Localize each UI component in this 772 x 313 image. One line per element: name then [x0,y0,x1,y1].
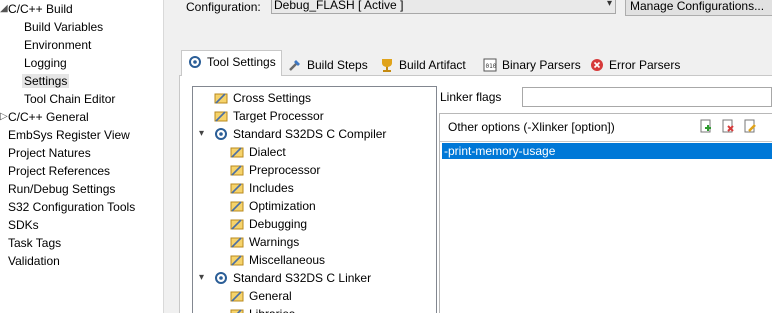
nav-label: SDKs [8,218,39,232]
tab-build-artifact[interactable]: Build Artifact [379,54,466,75]
settings-icon [230,291,244,302]
add-icon[interactable] [699,119,713,133]
binary-parsers-icon: 010 [483,58,497,72]
tree-item-label: General [249,289,292,303]
chevron-down-icon: ▾ [606,0,612,9]
tab-label: Binary Parsers [502,57,581,72]
settings-icon [230,237,244,248]
nav-item-project-natures[interactable]: Project Natures [8,144,91,162]
nav-item-environment[interactable]: Environment [24,36,91,54]
nav-label: Project Natures [8,146,91,160]
tab-error-parsers[interactable]: Error Parsers [589,54,680,75]
other-options-list: Other options (-Xlinker [option]) -print… [439,113,772,313]
build-steps-icon [289,59,300,71]
configuration-label: Configuration: [186,0,261,14]
tab-label: Build Steps [307,57,368,72]
nav-label: Settings [22,74,70,88]
nav-label: Build Variables [24,20,104,34]
tree-item-label: Standard S32DS C Compiler [233,127,387,141]
nav-item-run-debug-settings[interactable]: Run/Debug Settings [8,180,115,198]
nav-label: EmbSys Register View [8,128,130,142]
collapse-icon[interactable]: ▾ [199,125,204,143]
svg-text:010: 010 [486,63,497,70]
edit-icon[interactable] [743,119,757,133]
nav-item-embsys-register-view[interactable]: EmbSys Register View [8,126,130,144]
tree-item-label: Includes [249,181,294,195]
settings-icon [230,219,244,230]
divider [440,141,772,142]
settings-icon [230,255,244,266]
settings-icon [230,183,244,194]
nav-label: Environment [24,38,92,52]
nav-item-s32-configuration-tools[interactable]: S32 Configuration Tools [8,198,135,216]
nav-label: Tool Chain Editor [24,92,116,106]
nav-item-logging[interactable]: Logging [24,54,67,72]
collapsed-icon[interactable]: ▷ [0,108,8,126]
tab-tool-settings[interactable]: Tool Settings [181,50,282,76]
nav-label: Logging [24,56,67,70]
collapse-icon[interactable]: ▾ [199,269,204,287]
nav-item-tool-chain-editor[interactable]: Tool Chain Editor [24,90,115,108]
tree-item-label: Target Processor [233,109,324,123]
manage-configurations-label: Manage Configurations... [630,0,765,13]
tree-item-label: Preprocessor [249,163,321,177]
tab-label: Tool Settings [207,54,276,69]
tab-label: Error Parsers [609,57,681,72]
settings-icon [230,147,244,158]
tool-settings-tree: Cross Settings Target Processor ▾ Standa… [192,86,437,313]
nav-label: Task Tags [8,236,62,250]
tab-binary-parsers[interactable]: 010 Binary Parsers [482,54,581,75]
nav-item-validation[interactable]: Validation [8,252,60,270]
tab-label: Build Artifact [399,57,466,72]
nav-item-sdks[interactable]: SDKs [8,216,39,234]
tree-item-label: Standard S32DS C Linker [233,271,372,285]
nav-item-cpp-general[interactable]: ▷ C/C++ General [0,108,89,126]
settings-icon [214,111,228,122]
nav-item-build-variables[interactable]: Build Variables [24,18,103,36]
tab-build-steps[interactable]: Build Steps [287,54,368,75]
tree-item-label: Warnings [249,235,300,249]
delete-icon[interactable] [721,119,735,133]
option-row-selected[interactable]: -print-memory-usage [442,143,772,159]
tree-item-label: Miscellaneous [249,253,326,267]
settings-icon [230,201,244,212]
nav-item-settings[interactable]: Settings [22,72,70,90]
nav-item-task-tags[interactable]: Task Tags [8,234,61,252]
tree-item-label: Libraries [249,305,295,313]
tool-icon [215,272,227,284]
tool-settings-icon [189,55,201,68]
option-value: -print-memory-usage [444,144,556,158]
nav-label: Project References [8,164,111,178]
nav-item-cpp-build[interactable]: ◢ C/C++ Build [0,0,73,18]
configuration-select[interactable]: Debug_FLASH [ Active ] ▾ [271,0,616,14]
nav-label: S32 Configuration Tools [8,200,136,214]
nav-label: C/C++ General [8,110,89,124]
settings-icon [214,93,228,104]
tree-item-label: Cross Settings [233,91,312,105]
configuration-value: Debug_FLASH [ Active ] [274,0,404,12]
tool-icon [215,128,227,140]
manage-configurations-button[interactable]: Manage Configurations... [625,0,772,16]
linker-flags-input[interactable] [522,87,772,107]
tree-item-label: Dialect [249,145,286,159]
nav-label: Run/Debug Settings [8,182,116,196]
nav-label: Validation [8,254,60,268]
tree-item-label: Optimization [249,199,316,213]
tree-item-label: Debugging [249,217,308,231]
error-parsers-icon [591,58,603,71]
linker-flags-label: Linker flags [440,90,502,104]
settings-icon [230,165,244,176]
expanded-icon[interactable]: ◢ [0,0,8,18]
settings-icon [230,309,244,313]
nav-label: C/C++ Build [8,2,73,16]
build-artifact-icon [382,58,392,72]
properties-nav-tree: ◢ C/C++ Build Build Variables Environmen… [0,0,164,313]
nav-item-project-references[interactable]: Project References [8,162,110,180]
other-options-header: Other options (-Xlinker [option]) [448,120,615,134]
